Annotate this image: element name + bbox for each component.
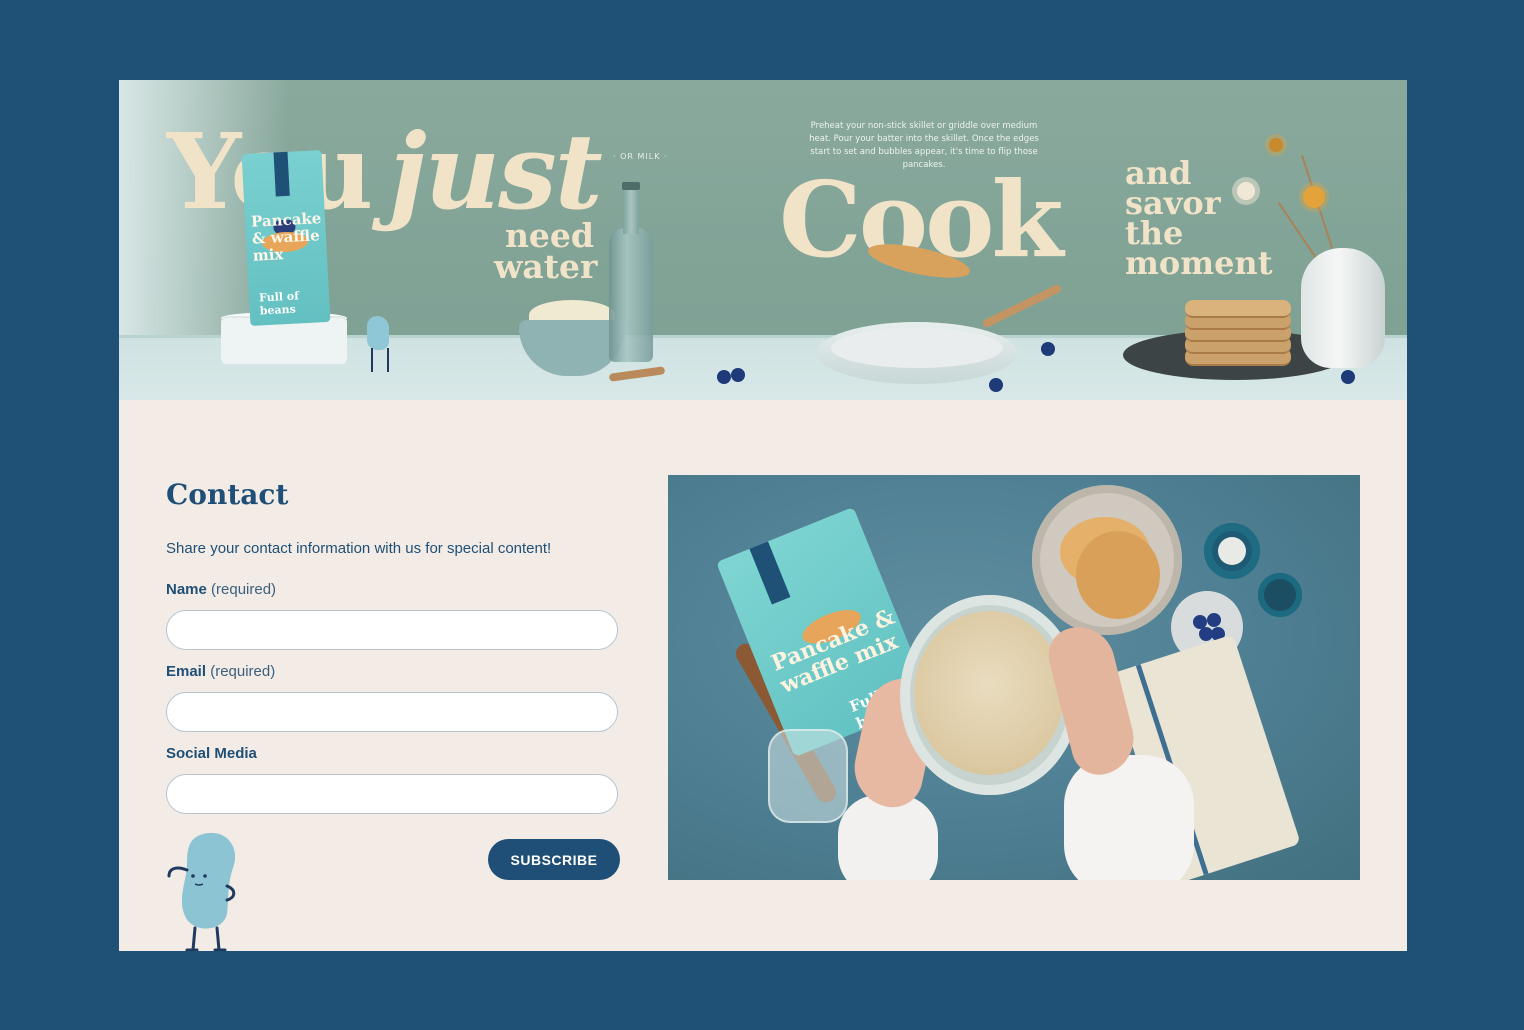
dried-flower-icon (1237, 182, 1255, 200)
bottle-cap (622, 182, 640, 190)
pancake-stack (1185, 300, 1291, 366)
blueberry-icon (989, 378, 1003, 392)
pancake (1076, 531, 1160, 619)
name-required-text: (required) (211, 581, 277, 598)
contact-intro: Share your contact information with us f… (166, 540, 552, 557)
email-required-text: (required) (210, 663, 276, 680)
hero-or-milk: · OR MILK · (613, 152, 668, 161)
email-input[interactable] (166, 692, 618, 732)
contact-title: Contact (166, 478, 289, 511)
flour-in-bowl (914, 611, 1064, 775)
blueberry-icon (1341, 370, 1355, 384)
bean-mascot-icon (167, 832, 236, 951)
social-media-label: Social Media (166, 745, 257, 762)
bottle-body (609, 228, 653, 362)
bag-brand: Full of beans (258, 289, 300, 318)
blueberry-icon (731, 368, 745, 382)
subscribe-button[interactable]: SUBSCRIBE (488, 839, 620, 880)
product-bag: Pancake & waffle mix Full of beans (241, 150, 331, 326)
bag-product-name: Pancake & waffle mix (250, 209, 322, 265)
hero-headline-just: just (389, 110, 603, 233)
baking-photo: Pancake & waffle mix Full of beans (668, 475, 1360, 880)
blueberry-icon (717, 370, 731, 384)
water-bottle (609, 182, 653, 362)
dried-flower-icon (1303, 186, 1325, 208)
pan-inner (831, 328, 1003, 368)
chia-dish (1258, 573, 1302, 617)
small-bean-legs (371, 348, 389, 372)
name-label: Name (required) (166, 581, 276, 598)
email-label: Email (required) (166, 663, 275, 680)
dried-flower-icon (1269, 138, 1283, 152)
vase (1301, 248, 1385, 368)
photo-bag-tab (749, 541, 791, 605)
small-bean-mascot-icon (367, 316, 389, 350)
bag-tab (273, 151, 290, 197)
sweater-sleeve (838, 795, 938, 880)
hero-need-water: need water (494, 216, 598, 287)
sweater-sleeve (1064, 755, 1194, 880)
hero-banner: You just need water · OR MILK · Preheat … (119, 80, 1407, 400)
page: You just need water · OR MILK · Preheat … (119, 80, 1407, 951)
social-media-label-text: Social Media (166, 745, 257, 762)
social-media-input[interactable] (166, 774, 618, 814)
name-label-text: Name (166, 581, 207, 598)
name-input[interactable] (166, 610, 618, 650)
flower-stem (1277, 202, 1321, 265)
email-label-text: Email (166, 663, 207, 680)
water-jug (768, 729, 848, 823)
hero-savor: and savor the moment (1125, 154, 1273, 283)
coconut-dish (1204, 523, 1260, 579)
pan-handle (981, 283, 1063, 329)
blueberry-icon (1041, 342, 1055, 356)
